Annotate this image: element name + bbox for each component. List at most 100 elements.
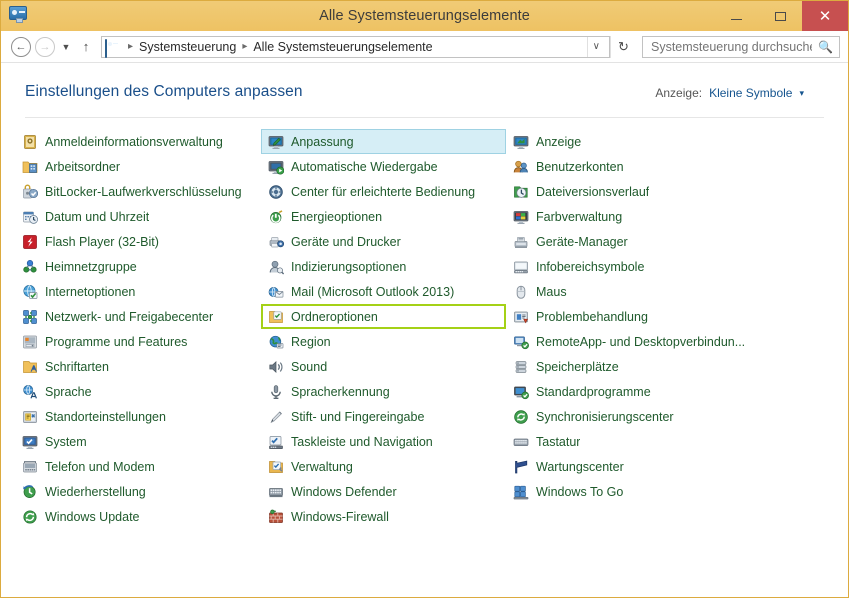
forward-arrow-icon: → <box>35 36 55 57</box>
control-panel-item[interactable]: Flash Player (32-Bit) <box>15 229 261 254</box>
control-panel-window: Alle Systemsteuerungselemente ✕ ← → ▼ ↑ … <box>0 0 849 598</box>
control-panel-item[interactable]: Verwaltung <box>261 454 506 479</box>
control-panel-item-label: Energieoptionen <box>291 209 383 224</box>
control-panel-item[interactable]: Maus <box>506 279 806 304</box>
control-panel-item[interactable]: Infobereichsymbole <box>506 254 806 279</box>
minimize-button[interactable] <box>714 1 758 31</box>
breadcrumb[interactable]: ▸ Systemsteuerung ▸ Alle Systemsteuerung… <box>101 35 610 58</box>
view-value[interactable]: Kleine Symbole <box>709 86 792 100</box>
control-panel-item[interactable]: Programme und Features <box>15 329 261 354</box>
control-panel-item-label: Standorteinstellungen <box>45 409 166 424</box>
control-panel-item-label: Infobereichsymbole <box>536 259 645 274</box>
control-panel-item-label: Stift- und Fingereingabe <box>291 409 425 424</box>
control-panel-item-label: Netzwerk- und Freigabecenter <box>45 309 214 324</box>
control-panel-item[interactable]: Ordneroptionen <box>261 304 506 329</box>
up-button[interactable]: ↑ <box>75 35 97 59</box>
color-management-icon <box>513 209 529 225</box>
search-input[interactable] <box>649 38 815 55</box>
control-panel-item[interactable]: Sound <box>261 354 506 379</box>
control-panel-item-label: Windows-Firewall <box>291 509 389 524</box>
control-panel-item[interactable]: Standardprogramme <box>506 379 806 404</box>
control-panel-item[interactable]: Schriftarten <box>15 354 261 379</box>
control-panel-item[interactable]: Datum und Uhrzeit <box>15 204 261 229</box>
refresh-button[interactable]: ↻ <box>610 35 636 58</box>
control-panel-item[interactable]: RemoteApp- und Desktopverbindun... <box>506 329 806 354</box>
control-panel-item[interactable]: Taskleiste und Navigation <box>261 429 506 454</box>
control-panel-item[interactable]: Benutzerkonten <box>506 154 806 179</box>
control-panel-item-label: Arbeitsordner <box>45 159 121 174</box>
administrative-tools-icon <box>268 459 284 475</box>
control-panel-item[interactable]: Speicherplätze <box>506 354 806 379</box>
chevron-down-icon[interactable]: ▾ <box>799 88 804 99</box>
control-panel-item[interactable]: Anmeldeinformationsverwaltung <box>15 129 261 154</box>
taskbar-navigation-icon <box>268 434 284 450</box>
control-panel-item-label: Heimnetzgruppe <box>45 259 137 274</box>
control-panel-item[interactable]: Geräte und Drucker <box>261 229 506 254</box>
view-selector[interactable]: Anzeige: Kleine Symbole ▾ <box>655 86 824 100</box>
control-panel-item[interactable]: BitLocker-Laufwerkverschlüsselung <box>15 179 261 204</box>
action-center-icon <box>513 459 529 475</box>
control-panel-item[interactable]: Automatische Wiedergabe <box>261 154 506 179</box>
control-panel-item[interactable]: Geräte-Manager <box>506 229 806 254</box>
breadcrumb-item-0[interactable]: Systemsteuerung <box>137 40 238 54</box>
control-panel-item[interactable]: Center für erleichterte Bedienung <box>261 179 506 204</box>
header-area: Einstellungen des Computers anpassen Anz… <box>1 63 848 101</box>
control-panel-item[interactable]: Netzwerk- und Freigabecenter <box>15 304 261 329</box>
control-panel-item[interactable]: Windows Update <box>15 504 261 529</box>
forward-button[interactable]: → <box>33 35 57 59</box>
control-panel-item-label: Windows Update <box>45 509 140 524</box>
control-panel-item[interactable]: Heimnetzgruppe <box>15 254 261 279</box>
control-panel-item[interactable]: System <box>15 429 261 454</box>
control-panel-item[interactable]: Anpassung <box>261 129 506 154</box>
chevron-down-icon[interactable]: ∨ <box>586 36 607 57</box>
control-panel-item[interactable]: Spracherkennung <box>261 379 506 404</box>
display-icon <box>513 134 529 150</box>
date-time-icon <box>22 209 38 225</box>
close-button[interactable]: ✕ <box>802 1 848 31</box>
control-panel-item[interactable]: Synchronisierungscenter <box>506 404 806 429</box>
control-panel-item[interactable]: Stift- und Fingereingabe <box>261 404 506 429</box>
indexing-options-icon <box>268 259 284 275</box>
control-panel-item[interactable]: Energieoptionen <box>261 204 506 229</box>
devices-printers-icon <box>268 234 284 250</box>
control-panel-item[interactable]: Mail (Microsoft Outlook 2013) <box>261 279 506 304</box>
control-panel-item[interactable]: Telefon und Modem <box>15 454 261 479</box>
recent-locations-button[interactable]: ▼ <box>57 35 75 59</box>
control-panel-item-label: Telefon und Modem <box>45 459 155 474</box>
control-panel-item[interactable]: Wiederherstellung <box>15 479 261 504</box>
control-panel-item-label: Anpassung <box>291 134 354 149</box>
breadcrumb-item-1[interactable]: Alle Systemsteuerungselemente <box>251 40 434 54</box>
device-manager-icon <box>513 234 529 250</box>
control-panel-item[interactable]: Windows-Firewall <box>261 504 506 529</box>
search-box[interactable]: 🔍 <box>642 35 840 58</box>
control-panel-item[interactable]: Tastatur <box>506 429 806 454</box>
control-panel-item[interactable]: Dateiversionsverlauf <box>506 179 806 204</box>
system-icon <box>22 434 38 450</box>
control-panel-item[interactable]: Windows To Go <box>506 479 806 504</box>
control-panel-item[interactable]: Problembehandlung <box>506 304 806 329</box>
storage-spaces-icon <box>513 359 529 375</box>
maximize-button[interactable] <box>758 1 802 31</box>
credential-manager-icon <box>22 134 38 150</box>
control-panel-item[interactable]: Farbverwaltung <box>506 204 806 229</box>
control-panel-item[interactable]: Windows Defender <box>261 479 506 504</box>
control-panel-item[interactable]: Wartungscenter <box>506 454 806 479</box>
control-panel-item[interactable]: Anzeige <box>506 129 806 154</box>
user-accounts-icon <box>513 159 529 175</box>
control-panel-item-label: Problembehandlung <box>536 309 648 324</box>
windows-update-icon <box>22 509 38 525</box>
control-panel-item[interactable]: Region <box>261 329 506 354</box>
control-panel-item[interactable]: Arbeitsordner <box>15 154 261 179</box>
address-bar: ← → ▼ ↑ ▸ Systemsteuerung ▸ Alle Systems… <box>1 31 848 63</box>
back-button[interactable]: ← <box>9 35 33 59</box>
control-panel-item[interactable]: Indizierungsoptionen <box>261 254 506 279</box>
control-panel-icon <box>105 38 121 58</box>
control-panel-item[interactable]: Standorteinstellungen <box>15 404 261 429</box>
autoplay-icon <box>268 159 284 175</box>
control-panel-item[interactable]: Sprache <box>15 379 261 404</box>
control-panel-item[interactable]: Internetoptionen <box>15 279 261 304</box>
folder-options-icon <box>268 309 284 325</box>
control-panel-icon <box>9 6 29 26</box>
control-panel-item-label: Tastatur <box>536 434 581 449</box>
mail-icon <box>268 284 284 300</box>
